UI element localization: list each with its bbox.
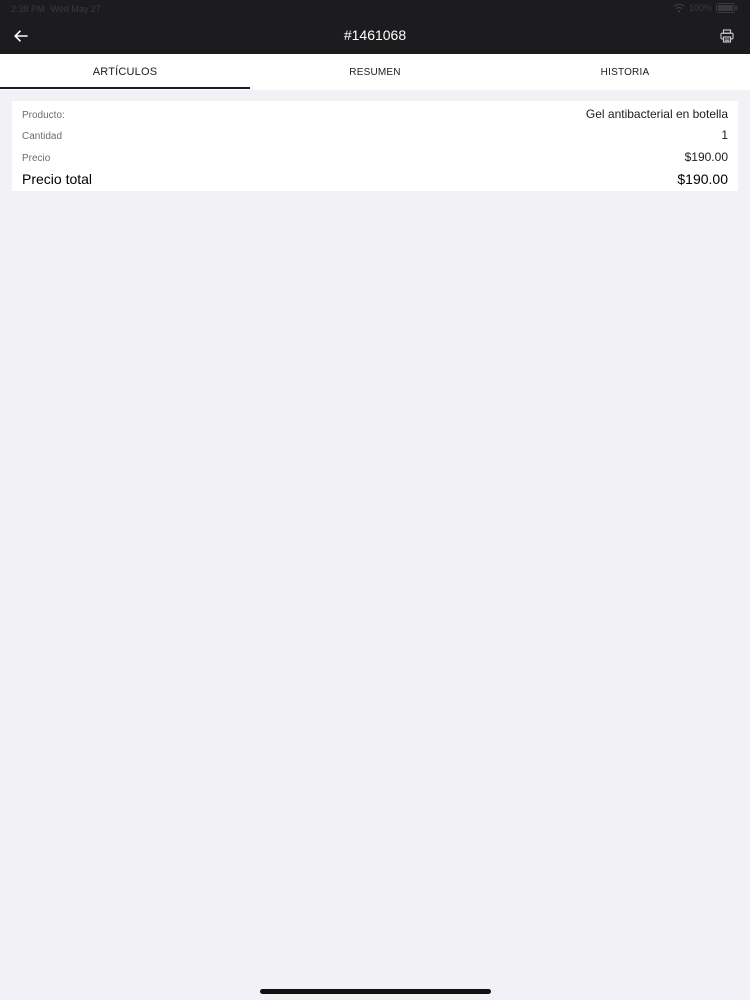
battery-icon: [716, 3, 738, 13]
wifi-icon: [673, 3, 685, 13]
status-right: 100%: [673, 3, 738, 13]
back-button[interactable]: [9, 24, 33, 48]
tab-historia[interactable]: HISTORIA: [500, 54, 750, 90]
tab-articulos[interactable]: ARTÍCULOS: [0, 54, 250, 90]
total-label: Precio total: [22, 171, 93, 187]
quantity-value: 1: [721, 128, 728, 142]
battery-percent: 100%: [688, 3, 712, 13]
tab-resumen[interactable]: RESUMEN: [250, 54, 500, 90]
printer-icon: [720, 29, 734, 43]
price-label: Precio: [22, 153, 51, 164]
tab-bar: ARTÍCULOS RESUMEN HISTORIA: [0, 54, 750, 90]
status-left: 2:38 PM Wed May 27: [11, 4, 101, 14]
arrow-left-icon: [14, 30, 28, 42]
total-row: Precio total $190.00: [22, 171, 728, 187]
price-value: $190.00: [684, 150, 728, 164]
print-button[interactable]: [715, 24, 739, 48]
price-row: Precio $190.00: [22, 150, 728, 164]
order-number-title: #1461068: [343, 27, 407, 43]
quantity-row: Cantidad 1: [22, 128, 728, 142]
total-value: $190.00: [677, 171, 728, 187]
status-time: 2:38 PM: [11, 4, 45, 14]
quantity-label: Cantidad: [22, 131, 63, 142]
home-indicator[interactable]: [260, 989, 491, 994]
product-label: Producto:: [22, 110, 65, 121]
status-date: Wed May 27: [50, 4, 101, 14]
product-row: Producto: Gel antibacterial en botella: [22, 107, 728, 121]
status-bar: 2:38 PM Wed May 27 100%: [0, 0, 750, 18]
order-item-card: Producto: Gel antibacterial en botella C…: [12, 101, 738, 191]
product-value: Gel antibacterial en botella: [585, 107, 728, 121]
navigation-bar: 2:38 PM Wed May 27 100% #1461068: [0, 0, 750, 54]
